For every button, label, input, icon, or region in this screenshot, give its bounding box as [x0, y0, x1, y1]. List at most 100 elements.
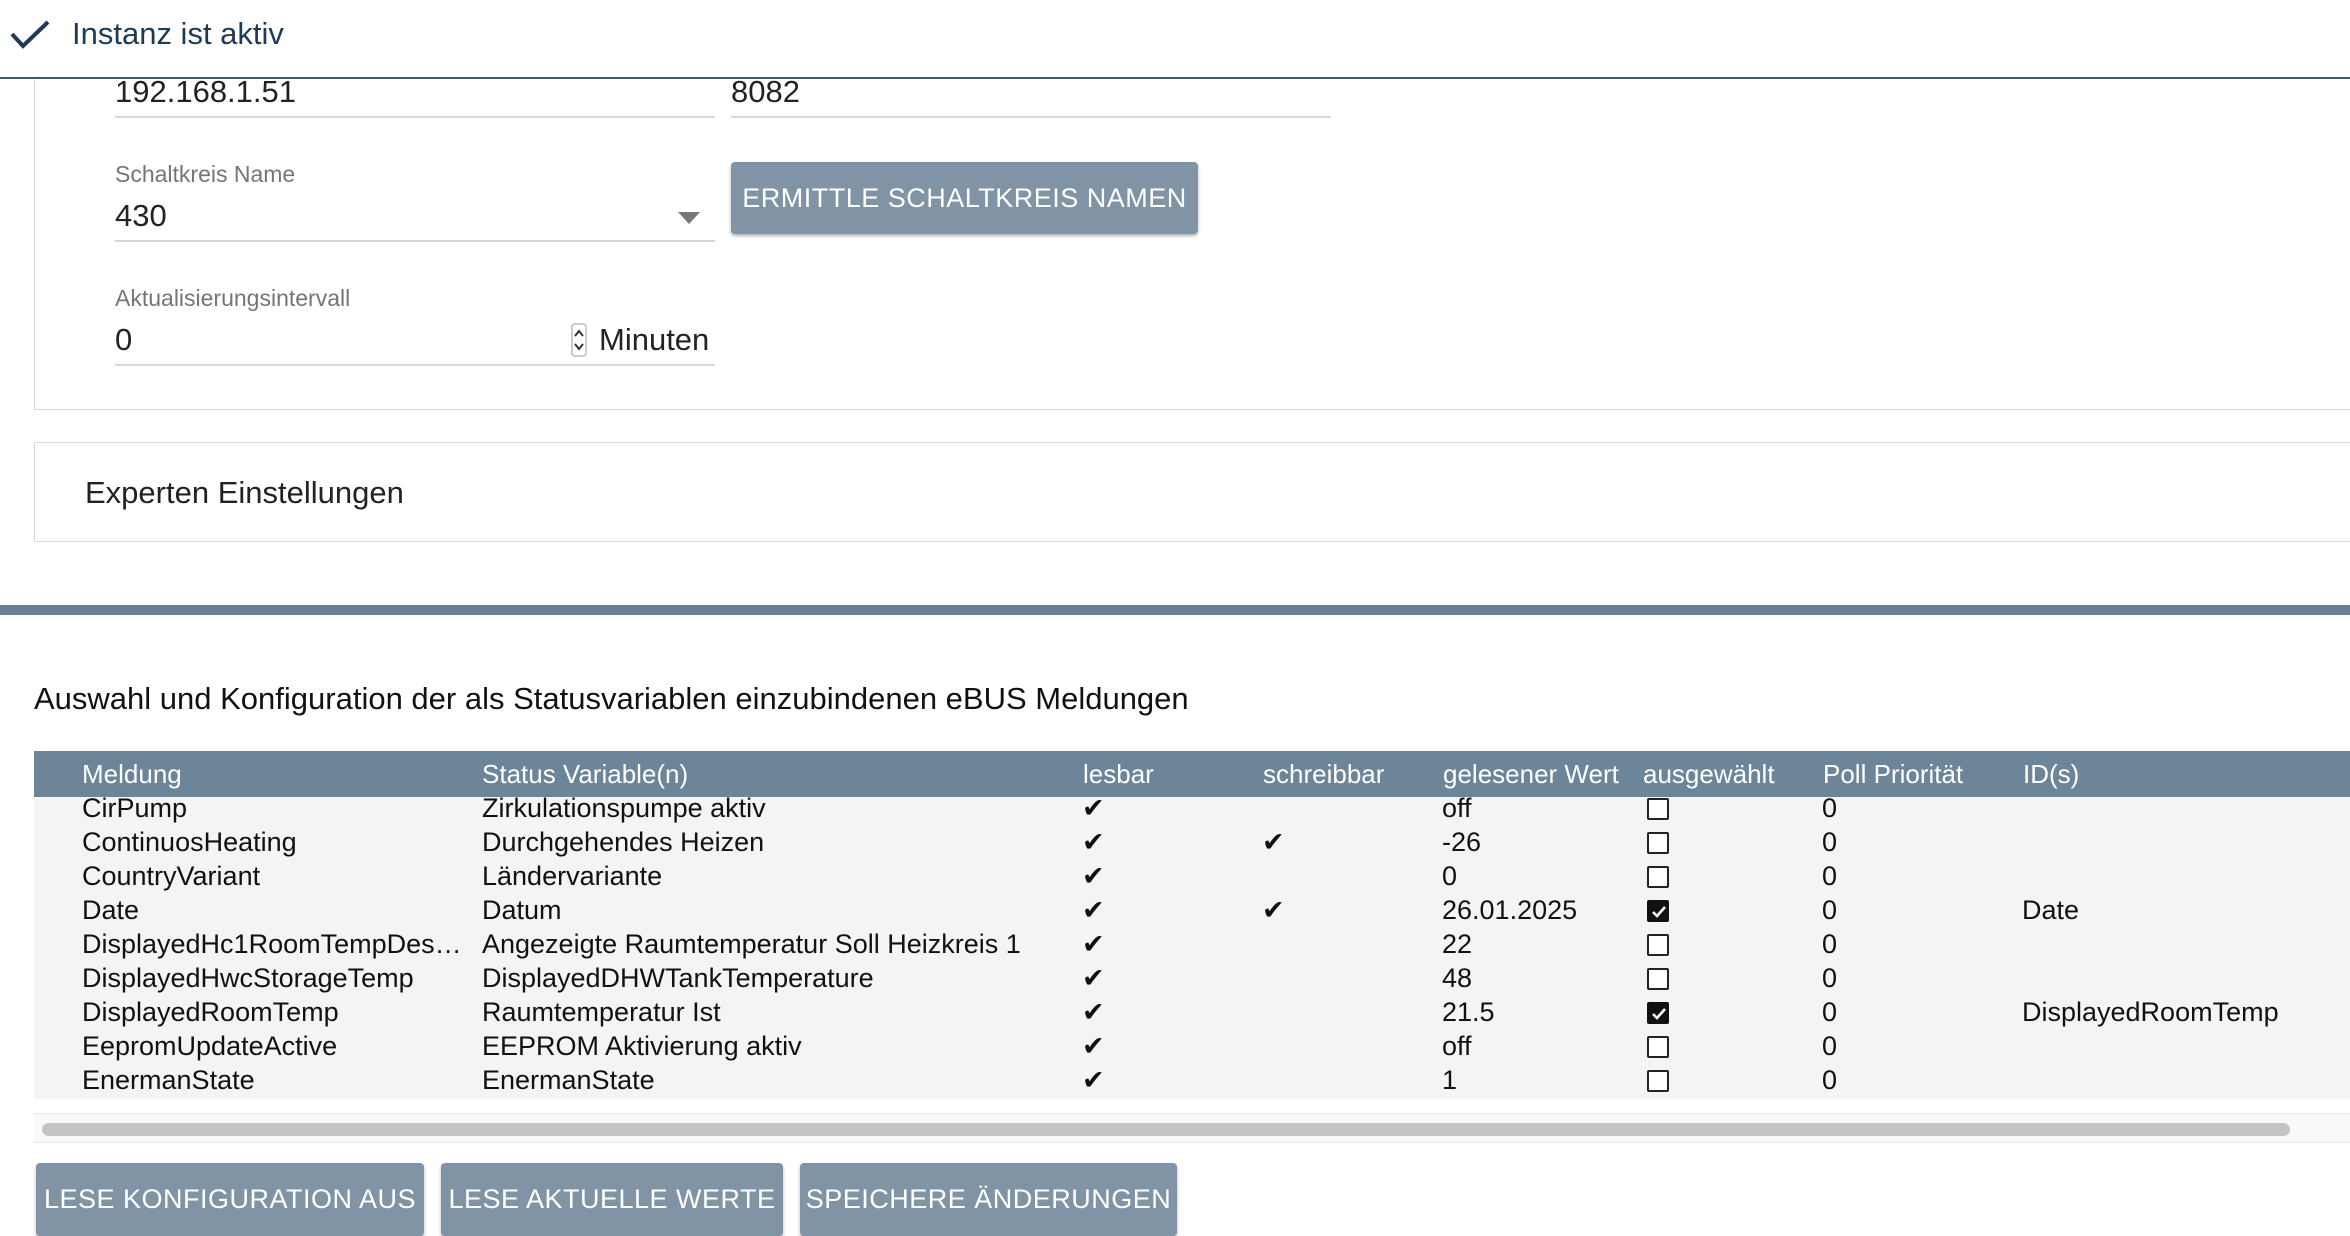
number-spinner-icon[interactable] [571, 323, 587, 357]
selected-checkbox[interactable] [1647, 900, 1669, 922]
table-row[interactable]: DisplayedHwcStorageTemp DisplayedDHWTank… [34, 961, 2350, 995]
status-variable: DisplayedDHWTankTemperature [482, 963, 874, 993]
update-interval-label: Aktualisierungsintervall [115, 285, 351, 311]
message-name: EepromUpdateActive [82, 1031, 338, 1061]
status-variable: Datum [482, 895, 562, 925]
poll-priority[interactable]: 0 [1822, 1031, 1837, 1061]
save-changes-button[interactable]: SPEICHERE ÄNDERUNGEN [800, 1163, 1177, 1236]
column-header-meldung[interactable]: Meldung [82, 759, 182, 790]
instance-status-text: Instanz ist aktiv [72, 16, 284, 51]
poll-priority[interactable]: 0 [1822, 1065, 1837, 1095]
readable-check: ✔ [1082, 997, 1105, 1027]
port-input[interactable]: 8082 [731, 74, 800, 110]
circuit-name-label: Schaltkreis Name [115, 161, 296, 187]
read-current-values-button[interactable]: LESE AKTUELLE WERTE [441, 1163, 783, 1236]
column-header-poll-prioritaet[interactable]: Poll Priorität [1823, 759, 1963, 790]
status-variable: EnermanState [482, 1065, 655, 1095]
poll-priority[interactable]: 0 [1822, 895, 1837, 925]
status-variable: EEPROM Aktivierung aktiv [482, 1031, 802, 1061]
readable-check: ✔ [1082, 963, 1105, 993]
column-header-ausgewaehlt[interactable]: ausgewählt [1643, 759, 1775, 790]
poll-priority[interactable]: 0 [1822, 997, 1837, 1027]
selected-checkbox[interactable] [1647, 832, 1669, 854]
selected-checkbox[interactable] [1647, 866, 1669, 888]
read-value: 1 [1442, 1065, 1458, 1095]
poll-priority[interactable]: 0 [1822, 861, 1837, 891]
table-row[interactable]: CountryVariant Ländervariante ✔ 0 0 [34, 859, 2350, 893]
table-row[interactable]: EnermanState EnermanState ✔ 1 0 [34, 1063, 2350, 1097]
poll-priority[interactable]: 0 [1822, 929, 1837, 959]
message-name: DisplayedHc1RoomTempDes… [82, 929, 462, 959]
column-header-schreibbar[interactable]: schreibbar [1263, 759, 1384, 790]
selected-checkbox[interactable] [1647, 798, 1669, 820]
column-header-ids[interactable]: ID(s) [2023, 759, 2079, 790]
message-name: CirPump [82, 797, 188, 823]
readable-check: ✔ [1082, 1065, 1105, 1095]
instance-status-bar: Instanz ist aktiv [0, 0, 2350, 79]
update-interval-input[interactable]: 0 [115, 322, 132, 358]
selected-checkbox[interactable] [1647, 934, 1669, 956]
poll-priority[interactable]: 0 [1822, 963, 1837, 993]
table-row[interactable]: DisplayedHc1RoomTempDes… Angezeigte Raum… [34, 927, 2350, 961]
dropdown-arrow-icon[interactable] [678, 211, 700, 224]
host-input[interactable]: 192.168.1.51 [115, 74, 296, 110]
table-row[interactable]: DisplayedRoomTemp Raumtemperatur Ist ✔ 2… [34, 995, 2350, 1029]
column-header-status-variable[interactable]: Status Variable(n) [482, 759, 688, 790]
table-row[interactable]: CirPump Zirkulationspumpe aktiv ✔ off 0 [34, 797, 2350, 825]
update-interval-underline [115, 364, 715, 366]
expert-settings-panel[interactable]: Experten Einstellungen [34, 442, 2350, 542]
poll-priority[interactable]: 0 [1822, 827, 1837, 857]
read-configuration-button[interactable]: LESE KONFIGURATION AUS [36, 1163, 424, 1236]
readable-check: ✔ [1082, 929, 1105, 959]
port-input-underline [731, 116, 1331, 118]
message-name: DisplayedHwcStorageTemp [82, 963, 414, 993]
column-header-lesbar[interactable]: lesbar [1083, 759, 1154, 790]
table-horizontal-scrollbar[interactable] [34, 1113, 2350, 1143]
circuit-name-underline [115, 240, 715, 242]
readable-check: ✔ [1082, 861, 1105, 891]
message-name: ContinuosHeating [82, 827, 297, 857]
read-value: 22 [1442, 929, 1473, 959]
message-name: CountryVariant [82, 861, 261, 891]
interval-unit-label: Minuten [599, 322, 710, 357]
status-variable: Ländervariante [482, 861, 663, 891]
message-ids[interactable]: Date [2022, 895, 2079, 925]
column-header-gelesener-wert[interactable]: gelesener Wert [1443, 759, 1619, 790]
readable-check: ✔ [1082, 797, 1105, 823]
status-variable: Angezeigte Raumtemperatur Soll Heizkreis… [482, 929, 1021, 959]
readable-check: ✔ [1082, 895, 1105, 925]
read-value: 0 [1442, 861, 1458, 891]
status-variable: Raumtemperatur Ist [482, 997, 721, 1027]
read-value: -26 [1442, 827, 1482, 857]
selected-checkbox[interactable] [1647, 1002, 1669, 1024]
selected-checkbox[interactable] [1647, 968, 1669, 990]
messages-table-header: Meldung Status Variable(n) lesbar schrei… [34, 751, 2350, 797]
read-value: off [1442, 1031, 1472, 1061]
determine-circuit-names-button[interactable]: ERMITTLE SCHALTKREIS NAMEN [731, 162, 1198, 234]
writable-check: ✔ [1262, 827, 1285, 857]
message-name: Date [82, 895, 140, 925]
poll-priority[interactable]: 0 [1822, 797, 1837, 823]
selected-checkbox[interactable] [1647, 1070, 1669, 1092]
table-row[interactable]: EepromUpdateActive EEPROM Aktivierung ak… [34, 1029, 2350, 1063]
table-row[interactable]: Date Datum ✔ ✔ 26.01.2025 0 Date [34, 893, 2350, 927]
readable-check: ✔ [1082, 1031, 1105, 1061]
status-variable: Durchgehendes Heizen [482, 827, 765, 857]
check-icon [8, 16, 52, 52]
scrollbar-thumb[interactable] [42, 1123, 2290, 1136]
read-value: 21.5 [1442, 997, 1495, 1027]
writable-check: ✔ [1262, 895, 1285, 925]
messages-table-body: CirPump Zirkulationspumpe aktiv ✔ off 0 … [34, 797, 2350, 1099]
host-input-underline [115, 116, 715, 118]
messages-section-title: Auswahl und Konfiguration der als Status… [34, 681, 1189, 716]
status-variable: Zirkulationspumpe aktiv [482, 797, 766, 823]
readable-check: ✔ [1082, 827, 1105, 857]
selected-checkbox[interactable] [1647, 1036, 1669, 1058]
read-value: 26.01.2025 [1442, 895, 1578, 925]
table-row[interactable]: ContinuosHeating Durchgehendes Heizen ✔ … [34, 825, 2350, 859]
section-divider [0, 605, 2350, 615]
circuit-name-select[interactable]: 430 [115, 198, 167, 234]
message-name: DisplayedRoomTemp [82, 997, 339, 1027]
expert-settings-title: Experten Einstellungen [85, 475, 404, 510]
message-ids[interactable]: DisplayedRoomTemp [2022, 997, 2279, 1027]
